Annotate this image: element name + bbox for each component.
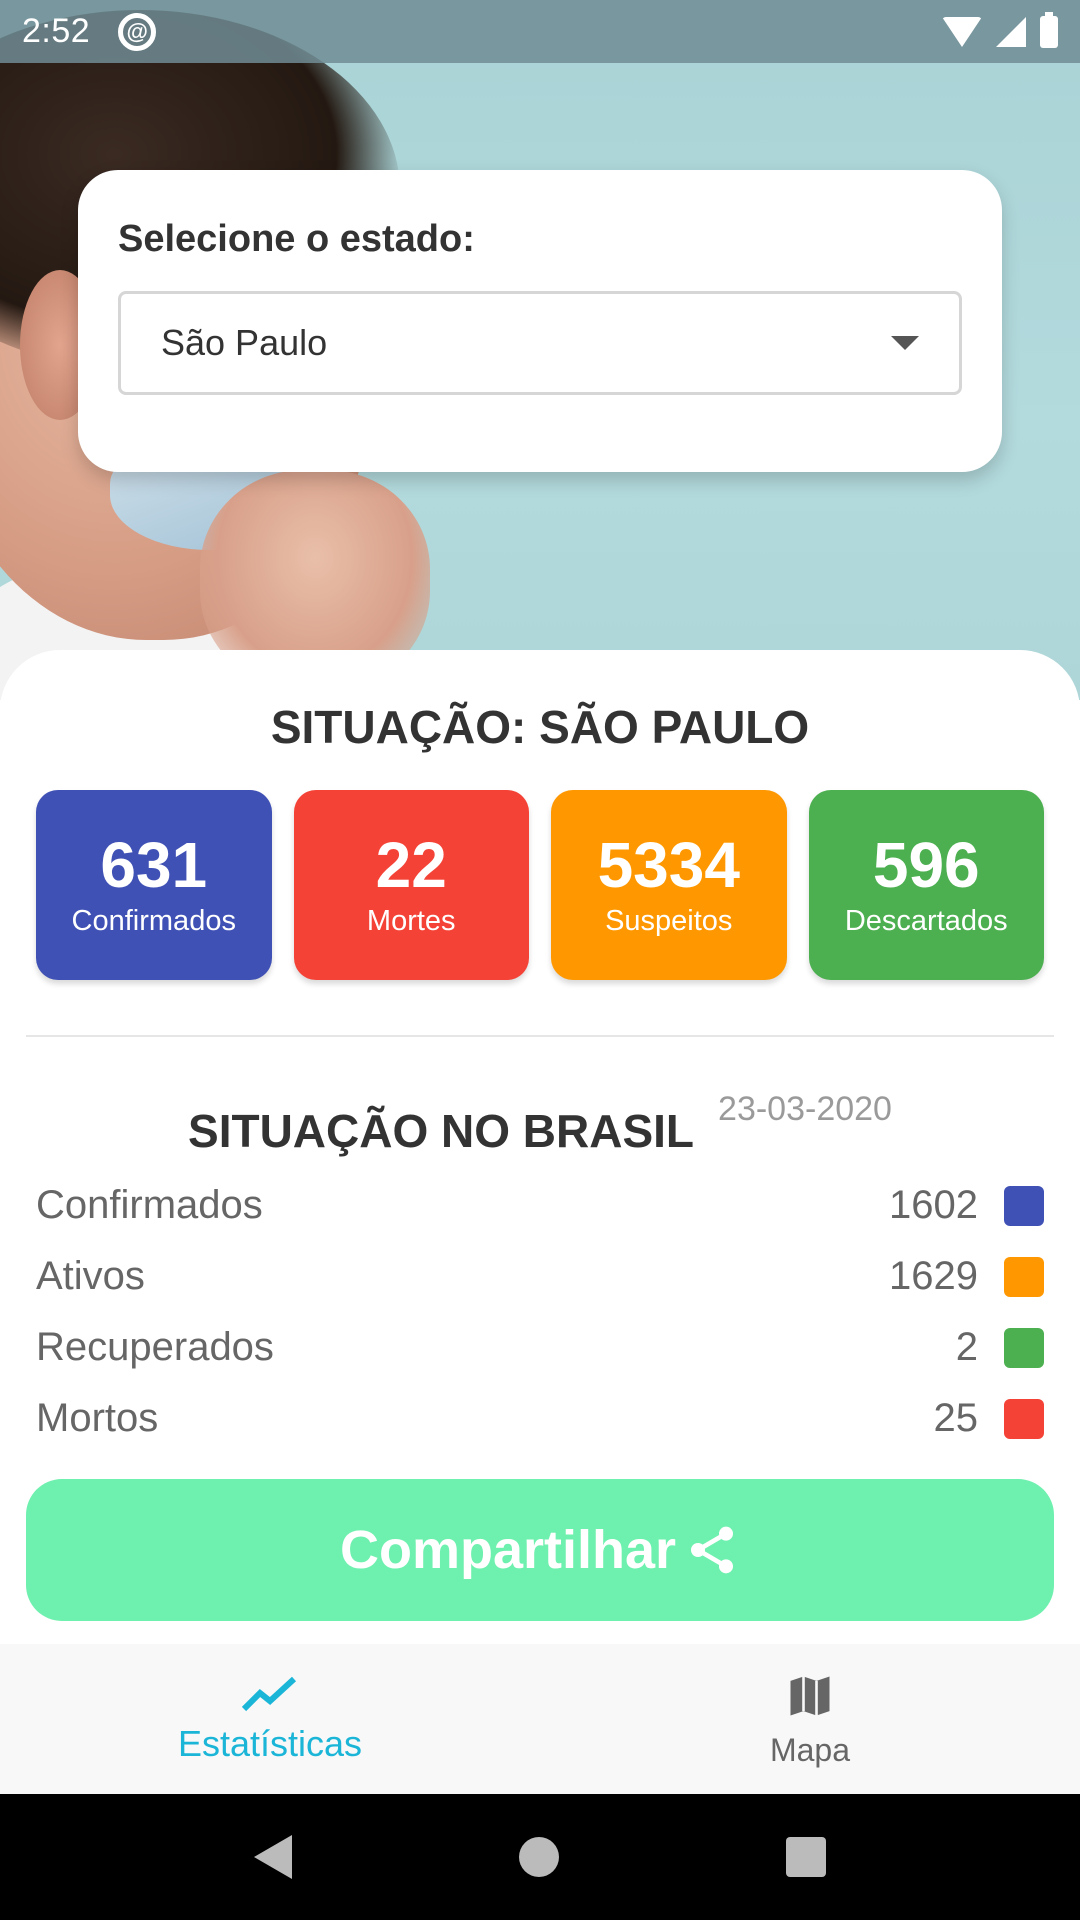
section-divider	[26, 1035, 1054, 1037]
share-button[interactable]: Compartilhar	[26, 1479, 1054, 1621]
stat-label: Mortes	[366, 905, 456, 938]
nav-item-estatisticas[interactable]: Estatísticas	[0, 1644, 540, 1794]
status-time: 2:52	[22, 12, 91, 50]
state-select-label: Selecione o estado:	[118, 218, 475, 260]
system-navigation-bar	[0, 1794, 1080, 1920]
state-stats-row: 631 Confirmados 22 Mortes 5334 Suspeitos…	[36, 790, 1044, 980]
list-item-value: 1629	[889, 1254, 978, 1298]
stat-card-suspeitos: 5334 Suspeitos	[551, 790, 787, 980]
stat-label: Confirmados	[71, 905, 236, 938]
state-situation-title: SITUAÇÃO: SÃO PAULO	[270, 701, 810, 753]
stat-label: Descartados	[844, 905, 1008, 938]
share-icon	[691, 1526, 734, 1574]
list-item: Recuperados 2	[36, 1312, 1044, 1383]
recent-apps-icon[interactable]	[786, 1837, 827, 1877]
bottom-navigation: Estatísticas Mapa	[0, 1644, 1080, 1794]
stat-card-confirmados: 631 Confirmados	[36, 790, 272, 980]
nav-item-mapa[interactable]: Mapa	[540, 1644, 1080, 1794]
list-item-value: 25	[933, 1396, 979, 1440]
list-item-value: 2	[955, 1325, 978, 1369]
state-select-dropdown[interactable]: São Paulo	[118, 291, 962, 395]
brazil-stats-list: Confirmados 1602 Ativos 1629 Recuperados…	[36, 1170, 1044, 1454]
list-item-value: 1602	[889, 1183, 978, 1227]
list-item: Confirmados 1602	[36, 1170, 1044, 1241]
color-swatch	[1004, 1185, 1044, 1226]
content-sheet: SITUAÇÃO: SÃO PAULO 631 Confirmados 22 M…	[0, 650, 1080, 1644]
stat-card-descartados: 596 Descartados	[808, 790, 1044, 980]
stat-value: 5334	[597, 828, 740, 901]
signal-icon	[996, 16, 1026, 47]
back-icon[interactable]	[253, 1835, 292, 1879]
list-item: Mortos 25	[36, 1383, 1044, 1454]
brazil-date: 23-03-2020	[718, 1090, 892, 1128]
stat-value: 22	[375, 828, 447, 901]
state-select-value: São Paulo	[161, 322, 328, 363]
list-item-label: Recuperados	[36, 1325, 274, 1369]
color-swatch	[1004, 1398, 1044, 1439]
stat-card-mortes: 22 Mortes	[293, 790, 529, 980]
list-item: Ativos 1629	[36, 1241, 1044, 1312]
status-bar: 2:52 @	[0, 0, 1080, 63]
stat-label: Suspeitos	[605, 905, 733, 938]
status-icons	[942, 11, 1058, 48]
nav-item-label: Mapa	[769, 1731, 851, 1768]
brazil-situation-title: SITUAÇÃO NO BRASIL	[188, 1105, 695, 1157]
home-icon[interactable]	[518, 1837, 559, 1877]
color-swatch	[1004, 1327, 1044, 1368]
list-item-label: Confirmados	[36, 1183, 263, 1227]
state-select-card: Selecione o estado: São Paulo	[78, 170, 1002, 472]
list-item-label: Ativos	[36, 1254, 145, 1298]
brazil-header: SITUAÇÃO NO BRASIL 23-03-2020	[0, 1090, 1080, 1158]
stat-value: 596	[872, 828, 980, 901]
color-swatch	[1004, 1256, 1044, 1297]
trending-up-icon	[242, 1676, 297, 1712]
battery-icon	[1040, 11, 1058, 48]
nav-item-label: Estatísticas	[177, 1723, 363, 1764]
dropdown-arrow-icon	[891, 336, 919, 350]
list-item-label: Mortos	[36, 1396, 159, 1440]
share-button-label: Compartilhar	[339, 1520, 677, 1580]
map-icon	[790, 1676, 830, 1715]
stat-value: 631	[100, 828, 208, 901]
wifi-icon	[942, 16, 982, 47]
at-notification-icon: @	[118, 12, 157, 51]
